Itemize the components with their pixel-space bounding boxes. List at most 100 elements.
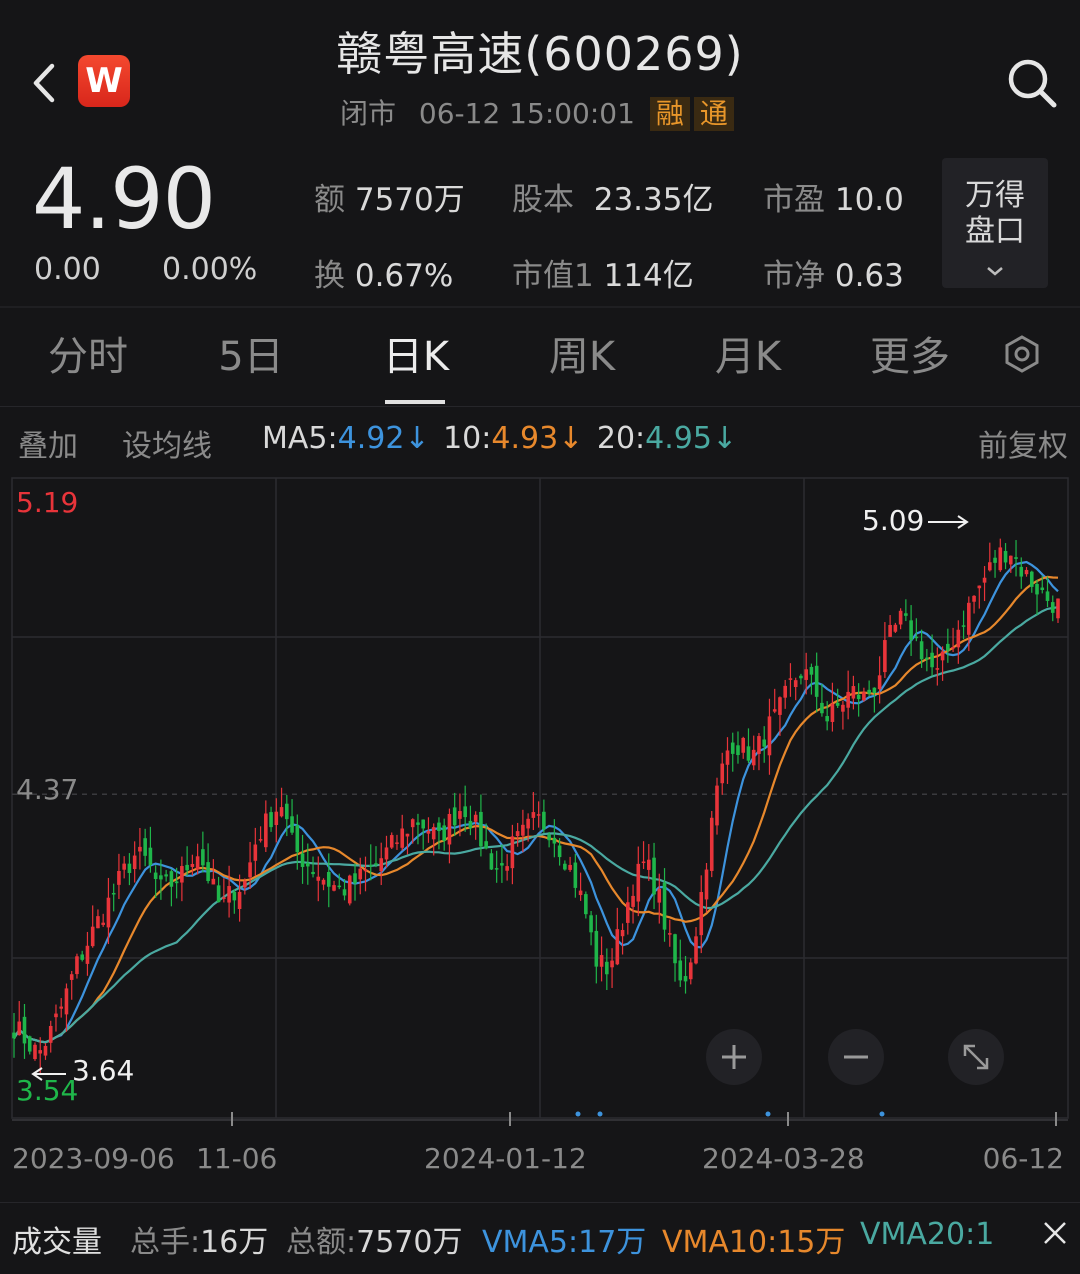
candle-body: [725, 750, 730, 765]
candle-body: [746, 746, 751, 761]
candle-body: [626, 902, 630, 923]
total-hand: 总手:16万: [130, 1225, 269, 1260]
tab-daily-k[interactable]: 日K: [358, 308, 474, 406]
candle-body: [447, 813, 452, 845]
event-marker: [765, 1111, 771, 1117]
candle-body: [542, 811, 546, 830]
chevron-down-icon: [987, 267, 1003, 276]
candle-body: [374, 863, 378, 865]
candle-body: [568, 864, 572, 870]
candle-body: [578, 890, 583, 896]
candle-body: [536, 814, 541, 816]
overlay-button[interactable]: 叠加: [18, 421, 78, 465]
y-label-high: 5.19: [16, 486, 78, 519]
ma5-value: 4.92↓: [337, 421, 430, 456]
candle-body: [804, 669, 808, 680]
tab-intraday[interactable]: 分时: [30, 308, 146, 406]
candle-body: [416, 822, 420, 825]
candle-body: [458, 811, 462, 819]
candle-body: [38, 1050, 43, 1054]
ma20-value: 4.95↓: [645, 421, 738, 456]
candle-body: [925, 657, 929, 660]
candle-body: [799, 675, 803, 679]
candle-body: [347, 875, 352, 904]
candle-body: [678, 960, 683, 981]
price-change-pct: 0.00%: [162, 252, 258, 287]
candle-body: [893, 624, 898, 632]
chart-labels: 5.19 4.37 3.54 5.09 3.64 2023-09-06 11-06 2024-…: [12, 486, 1064, 1175]
adjust-button[interactable]: 前复权: [978, 421, 1068, 465]
candle-body: [12, 1032, 16, 1039]
x-tick-label: 2023-09-06: [12, 1142, 175, 1175]
tab-monthly-k[interactable]: 月K: [688, 308, 808, 406]
candle-body: [846, 691, 850, 708]
candle-body: [521, 824, 525, 836]
candle-body: [620, 930, 625, 937]
candle-body: [80, 954, 85, 960]
candle-body: [258, 839, 263, 841]
candle-body: [321, 879, 326, 885]
candle-body: [463, 806, 467, 818]
candle-body: [851, 686, 856, 699]
set-ma-button[interactable]: 设均线: [122, 421, 212, 465]
wind-logo-icon[interactable]: W: [78, 55, 130, 107]
candle-body: [269, 812, 273, 828]
candle-body: [90, 926, 95, 947]
volume-title[interactable]: 成交量: [12, 1217, 102, 1261]
last-price: 4.90: [32, 150, 216, 248]
candle-body: [862, 692, 866, 701]
candle-body: [636, 863, 641, 902]
candle-body: [993, 557, 997, 563]
wind-pankou-button[interactable]: 万得 盘口: [942, 158, 1048, 288]
candle-body: [85, 945, 90, 964]
tab-weekly-k[interactable]: 周K: [522, 308, 642, 406]
candle-body: [783, 685, 787, 698]
candle-body: [1003, 550, 1008, 563]
low-annotation-label: 3.64: [72, 1054, 134, 1087]
candle-body: [368, 864, 373, 867]
kline-chart[interactable]: 5.19 4.37 3.54 5.09 3.64 2023-09-06 11-06 2024-…: [0, 472, 1080, 1202]
candle-body: [946, 643, 950, 651]
candle-body: [494, 868, 499, 870]
back-arrow-icon[interactable]: [22, 58, 72, 108]
candle-body: [148, 847, 153, 866]
candle-body: [169, 871, 174, 887]
pb-stat: 市净 0.63: [763, 258, 904, 294]
candle-body: [641, 861, 646, 864]
candle-body: [395, 842, 399, 844]
candle-body: [379, 858, 384, 872]
candle-body: [510, 836, 515, 869]
candle-body: [326, 871, 331, 887]
candle-body: [573, 862, 578, 888]
candle-body: [673, 934, 677, 964]
candle-body: [211, 878, 216, 885]
close-icon[interactable]: [1040, 1218, 1070, 1248]
chart-grid: [11, 477, 1069, 1126]
candle-body: [1029, 571, 1034, 587]
candle-body: [117, 870, 121, 885]
x-tick-label: 2024-01-12: [424, 1142, 587, 1175]
settings-gear-icon[interactable]: [1002, 334, 1042, 374]
tab-5day[interactable]: 5日: [196, 308, 306, 406]
fullscreen-button: [948, 1029, 1004, 1085]
zoom-in-button: [706, 1029, 762, 1085]
y-label-low: 3.54: [16, 1074, 78, 1107]
candle-body: [557, 845, 562, 858]
ma20-line: [13, 606, 1059, 1044]
search-icon[interactable]: [1004, 55, 1060, 111]
candle-body: [237, 891, 242, 909]
candle-body: [243, 881, 247, 888]
candle-body: [295, 825, 300, 853]
tab-more[interactable]: 更多: [850, 308, 970, 406]
candle-body: [584, 894, 588, 915]
candle-body: [1050, 602, 1055, 613]
candle-body: [33, 1044, 37, 1060]
candle-body: [1024, 569, 1029, 575]
candle-body: [757, 736, 761, 754]
candle-body: [222, 897, 226, 899]
capital-stat: 股本 23.35亿: [512, 182, 714, 218]
candle-body: [657, 888, 662, 903]
candle-body: [143, 838, 147, 856]
candle-body: [311, 871, 315, 875]
candle-body: [1035, 583, 1039, 595]
